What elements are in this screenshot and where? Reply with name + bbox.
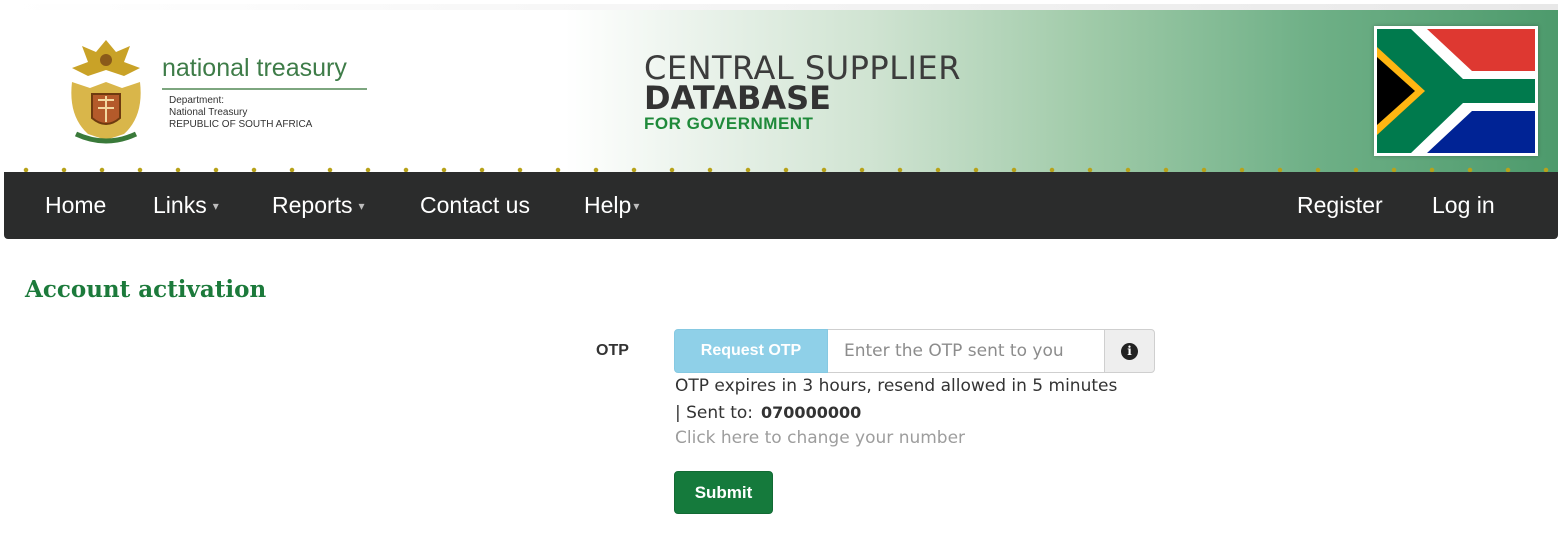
nav-help[interactable]: Help ▾ (584, 172, 639, 239)
caret-down-icon: ▾ (633, 199, 640, 214)
sent-to-number: 070000000 (761, 403, 862, 422)
org-underline (162, 88, 367, 90)
caret-down-icon: ▾ (358, 199, 365, 214)
otp-info-button[interactable]: i (1104, 329, 1155, 373)
nav-help-label: Help (584, 192, 632, 218)
dept-line-2: National Treasury (169, 107, 248, 118)
nav-reports-label: Reports (272, 192, 353, 218)
app-title: CENTRAL SUPPLIER DATABASE FOR GOVERNMENT (644, 52, 961, 132)
nav-contact-label: Contact us (420, 192, 530, 218)
south-africa-flag (1374, 26, 1538, 156)
app-title-line-3: FOR GOVERNMENT (644, 114, 814, 133)
sent-to-label: | Sent to: (675, 403, 754, 423)
request-otp-button[interactable]: Request OTP (674, 329, 828, 373)
nav-register[interactable]: Register (1297, 172, 1383, 239)
nav-links[interactable]: Links ▾ (153, 172, 219, 239)
otp-label: OTP (596, 342, 629, 359)
nav-register-label: Register (1297, 192, 1383, 218)
otp-input[interactable] (828, 329, 1104, 373)
otp-input-group: Request OTP i (674, 329, 1155, 373)
department-text: Department: National Treasury REPUBLIC O… (169, 95, 312, 131)
navbar: Home Links ▾ Reports ▾ Contact us Help ▾ Re… (4, 172, 1558, 239)
nav-contact-us[interactable]: Contact us (420, 172, 530, 239)
nav-reports[interactable]: Reports ▾ (272, 172, 365, 239)
caret-down-icon: ▾ (212, 199, 219, 214)
submit-button[interactable]: Submit (674, 471, 773, 514)
nav-login[interactable]: Log in (1432, 172, 1495, 239)
otp-expiry-text: OTP expires in 3 hours, resend allowed i… (675, 376, 1118, 396)
coat-of-arms-logo (71, 40, 141, 144)
flag-graphic (1377, 29, 1535, 153)
change-number-link[interactable]: Click here to change your number (675, 428, 965, 448)
nav-login-label: Log in (1432, 192, 1495, 218)
nav-home[interactable]: Home (45, 172, 106, 239)
nav-links-label: Links (153, 192, 207, 218)
nav-home-label: Home (45, 192, 107, 218)
org-name: national treasury (162, 54, 347, 82)
dept-line-1: Department: (169, 95, 225, 106)
info-circle-icon: i (1121, 342, 1138, 360)
otp-sent-to: | Sent to: 070000000 (675, 403, 861, 423)
header-banner: national treasury Department: National T… (7, 4, 1558, 172)
dept-line-3: REPUBLIC OF SOUTH AFRICA (169, 119, 313, 130)
page-title: Account activation (25, 276, 267, 303)
